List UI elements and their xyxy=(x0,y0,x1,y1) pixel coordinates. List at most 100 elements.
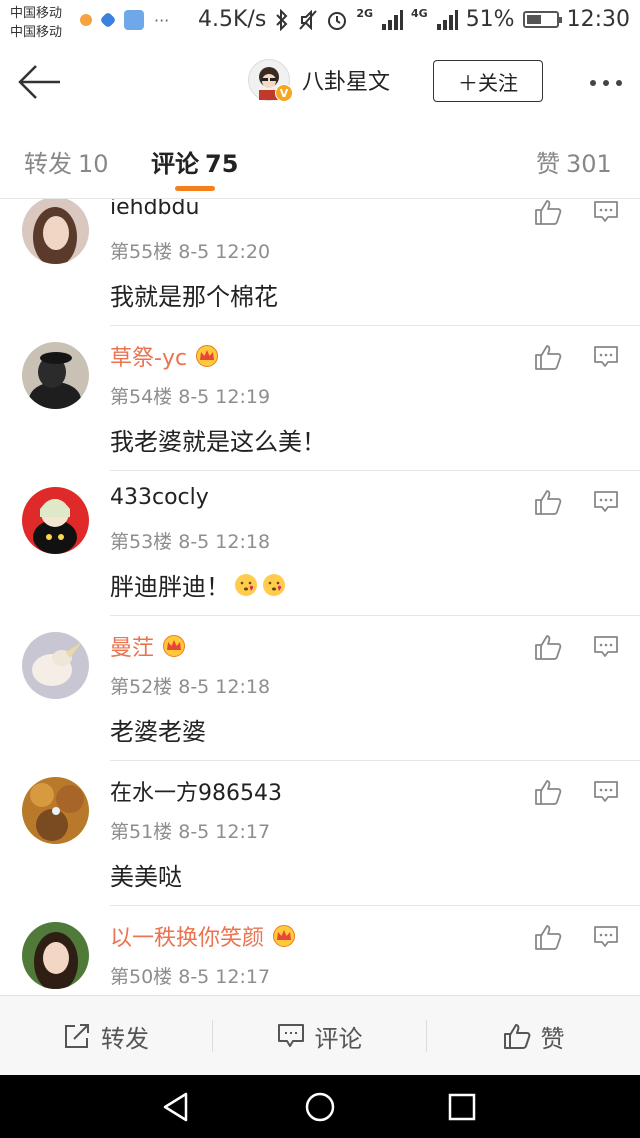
follow-button[interactable]: ＋关注 xyxy=(433,60,543,102)
commenter-name[interactable]: 曼茳 xyxy=(110,630,186,662)
system-navigation-bar xyxy=(0,1075,640,1138)
comment-text: 我老婆就是这么美！ xyxy=(110,422,326,457)
home-circle-icon[interactable] xyxy=(304,1091,336,1123)
carrier-info: 中国移动 中国移动 xyxy=(10,4,62,42)
commenter-avatar[interactable] xyxy=(22,342,89,409)
comment-floor: 第52楼 xyxy=(110,676,173,698)
comment-item[interactable]: 草祭-yc 第54楼 8-5 12:19 我老婆就是这么美！ xyxy=(0,326,640,471)
tab-reposts-count: 10 xyxy=(78,150,109,178)
author-avatar[interactable]: V xyxy=(248,59,293,102)
comment-item[interactable]: iehdbdu 第55楼 8-5 12:20 我就是那个棉花 xyxy=(0,199,640,326)
back-arrow-icon[interactable] xyxy=(16,62,64,102)
vip-crown-icon xyxy=(163,635,186,657)
comment-meta: 第51楼 8-5 12:17 xyxy=(110,817,270,844)
author-name[interactable]: 八卦星文 xyxy=(302,64,390,96)
comment-item[interactable]: 在水一方986543 第51楼 8-5 12:17 美美哒 xyxy=(0,761,640,906)
commenter-avatar[interactable] xyxy=(22,777,89,844)
commenter-avatar[interactable] xyxy=(22,922,89,989)
commenter-name[interactable]: 草祭-yc xyxy=(110,340,219,372)
commenter-name[interactable]: 在水一方986543 xyxy=(110,775,282,807)
commenter-name[interactable]: iehdbdu xyxy=(110,199,199,220)
repost-button[interactable]: 转发 xyxy=(0,996,212,1076)
bottom-action-bar: 转发 评论 赞 xyxy=(0,995,640,1076)
comment-meta: 第52楼 8-5 12:18 xyxy=(110,672,270,699)
reply-icon[interactable] xyxy=(593,490,619,514)
like-icon[interactable] xyxy=(534,923,562,951)
vip-crown-icon xyxy=(273,925,296,947)
status-bar: 中国移动 中国移动 ··· 4.5K/s 2G 4G 51% 12:30 xyxy=(0,0,640,46)
signal-icon-2 xyxy=(436,9,458,30)
tab-likes[interactable]: 赞 301 xyxy=(536,144,612,179)
comment-text: 我就是那个棉花 xyxy=(110,277,278,312)
commenter-name-text: 草祭-yc xyxy=(110,346,188,371)
commenter-name[interactable]: 以一秩换你笑颜 xyxy=(110,920,296,952)
comment-list[interactable]: iehdbdu 第55楼 8-5 12:20 我就是那个棉花 草祭-yc 第54… xyxy=(0,199,640,994)
avatar-image xyxy=(22,777,89,844)
more-options-icon[interactable] xyxy=(590,80,622,86)
app-icon xyxy=(99,11,117,29)
repost-icon xyxy=(65,1024,89,1048)
tab-reposts[interactable]: 转发 10 xyxy=(24,144,109,179)
reply-icon[interactable] xyxy=(593,200,619,224)
commenter-name-text: 433cocly xyxy=(110,485,209,510)
comment-meta: 第55楼 8-5 12:20 xyxy=(110,237,270,264)
recents-square-icon[interactable] xyxy=(446,1091,478,1123)
verified-badge-icon: V xyxy=(275,84,293,102)
battery-percent: 51% xyxy=(465,7,515,32)
commenter-name[interactable]: 433cocly xyxy=(110,485,209,510)
avatar-image xyxy=(22,342,89,409)
comment-item[interactable]: 以一秩换你笑颜 第50楼 8-5 12:17 xyxy=(0,906,640,994)
mute-icon xyxy=(299,9,318,30)
clock: 12:30 xyxy=(566,7,630,32)
comment-floor: 第55楼 xyxy=(110,241,173,263)
comment-text: 老婆老婆 xyxy=(110,712,206,747)
comment-text-content: 老婆老婆 xyxy=(110,718,206,746)
reply-icon[interactable] xyxy=(593,635,619,659)
comment-floor: 第53楼 xyxy=(110,531,173,553)
thumbs-up-icon xyxy=(503,1024,530,1049)
tab-likes-label: 赞 xyxy=(536,150,560,178)
signal-icon-1 xyxy=(382,9,403,30)
like-label: 赞 xyxy=(540,1024,565,1053)
comment-time: 8-5 12:18 xyxy=(178,531,271,553)
reply-icon[interactable] xyxy=(593,780,619,804)
like-button[interactable]: 赞 xyxy=(427,996,640,1076)
comment-floor: 第51楼 xyxy=(110,821,173,843)
comment-time: 8-5 12:17 xyxy=(178,821,271,843)
comment-item[interactable]: 433cocly 第53楼 8-5 12:18 胖迪胖迪！ xyxy=(0,471,640,616)
commenter-name-text: 在水一方986543 xyxy=(110,781,282,806)
like-icon[interactable] xyxy=(534,633,562,661)
comment-button[interactable]: 评论 xyxy=(213,996,426,1076)
repost-label: 转发 xyxy=(101,1024,149,1053)
reply-icon[interactable] xyxy=(593,345,619,369)
more-notifications-icon: ··· xyxy=(154,10,170,30)
notification-icon xyxy=(80,14,92,26)
commenter-avatar[interactable] xyxy=(22,199,89,264)
bluetooth-icon xyxy=(276,8,288,31)
commenter-name-text: iehdbdu xyxy=(110,199,200,220)
commenter-name-text: 以一秩换你笑颜 xyxy=(110,926,265,951)
like-icon[interactable] xyxy=(534,343,562,371)
like-icon[interactable] xyxy=(534,488,562,516)
comment-text-content: 我就是那个棉花 xyxy=(110,283,278,311)
comment-item[interactable]: 曼茳 第52楼 8-5 12:18 老婆老婆 xyxy=(0,616,640,761)
tab-comments[interactable]: 评论 75 xyxy=(151,144,238,179)
reply-icon[interactable] xyxy=(593,925,619,949)
author-profile[interactable]: V 八卦星文 xyxy=(248,59,390,102)
top-nav-bar: V 八卦星文 ＋关注 xyxy=(0,46,640,123)
notification-icons: ··· xyxy=(80,10,169,30)
commenter-avatar[interactable] xyxy=(22,487,89,554)
network-speed: 4.5K/s xyxy=(198,7,267,32)
tab-comments-label: 评论 xyxy=(151,150,199,178)
back-triangle-icon[interactable] xyxy=(160,1091,192,1123)
commenter-avatar[interactable] xyxy=(22,632,89,699)
comment-text-content: 我老婆就是这么美！ xyxy=(110,428,326,456)
commenter-name-text: 曼茳 xyxy=(110,636,155,661)
comment-time: 8-5 12:17 xyxy=(178,966,271,988)
like-icon[interactable] xyxy=(534,199,562,226)
like-icon[interactable] xyxy=(534,778,562,806)
comment-meta: 第50楼 8-5 12:17 xyxy=(110,962,270,989)
comment-text: 美美哒 xyxy=(110,857,182,892)
carrier-2: 中国移动 xyxy=(10,25,63,40)
active-tab-indicator xyxy=(175,186,215,191)
